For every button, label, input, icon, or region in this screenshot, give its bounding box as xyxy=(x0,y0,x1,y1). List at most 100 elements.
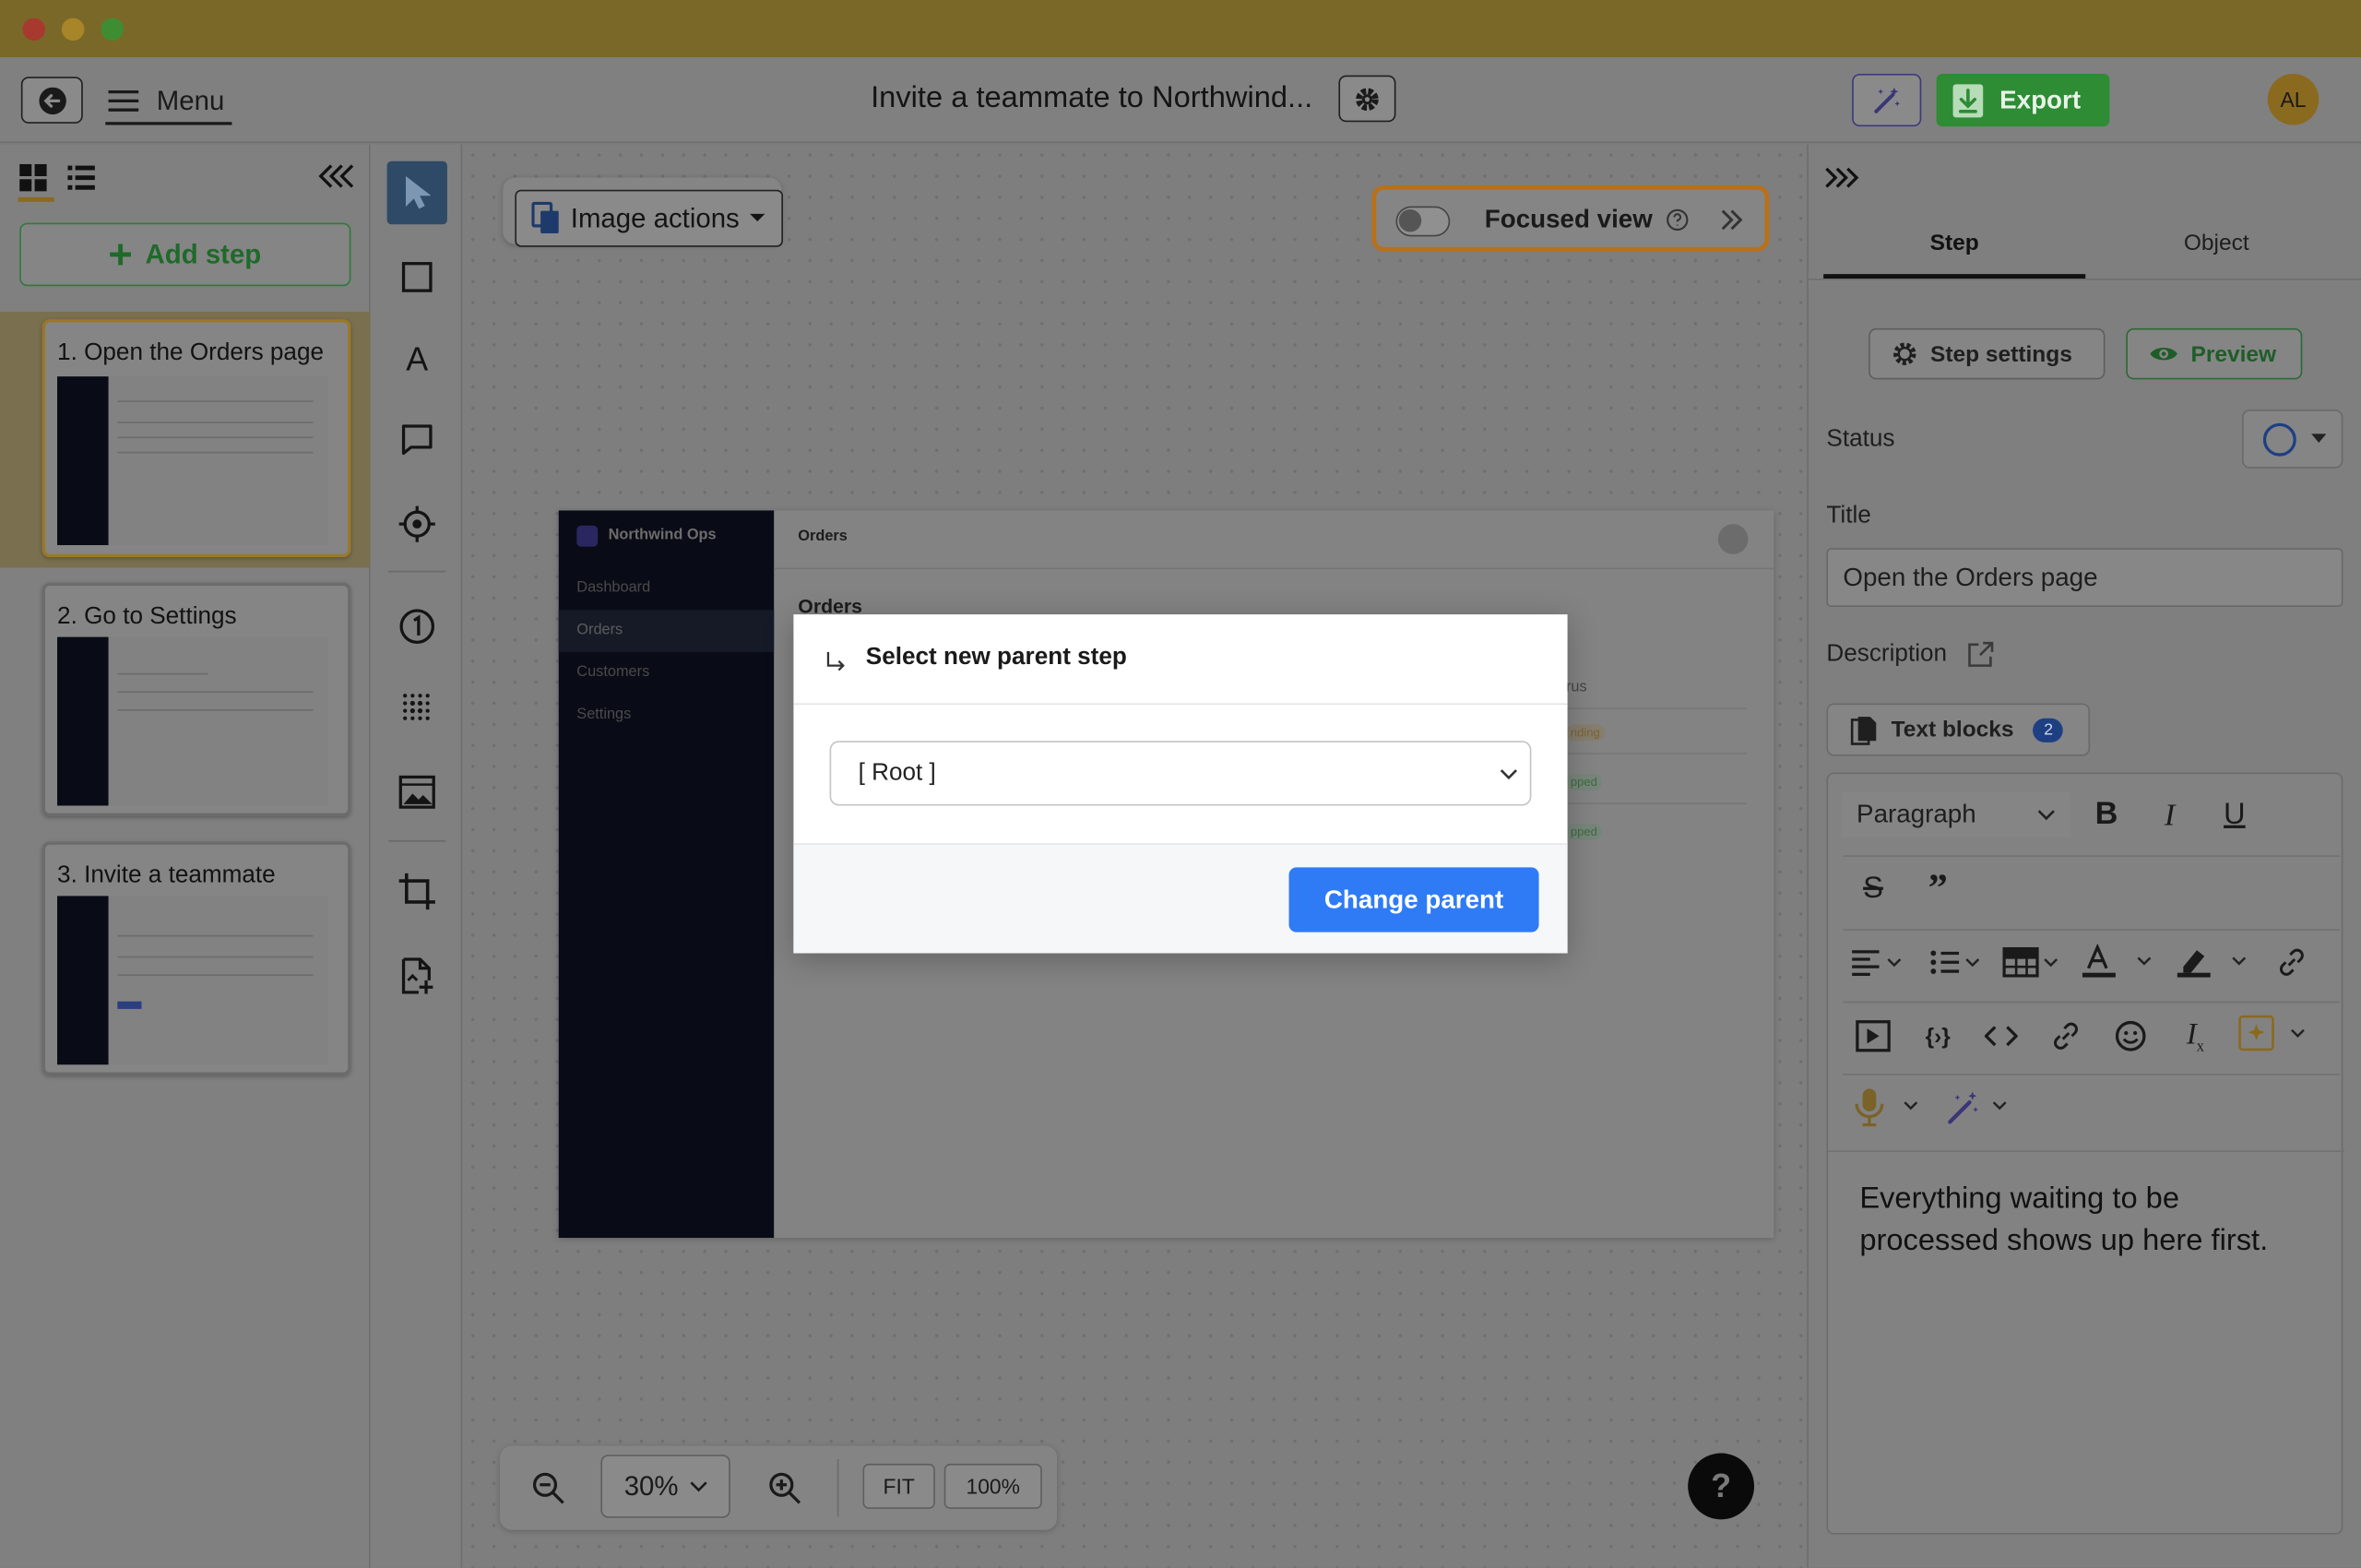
text-tool[interactable]: A xyxy=(390,333,445,387)
bold-button[interactable]: B xyxy=(2084,792,2130,837)
cursor-icon xyxy=(405,175,431,209)
link-button[interactable] xyxy=(2269,940,2314,985)
screenshot-nav-item: Dashboard xyxy=(576,579,651,597)
tab-step[interactable]: Step xyxy=(1823,217,2086,279)
italic-button[interactable]: I xyxy=(2147,792,2192,837)
parent-step-select-value: [ Root ] xyxy=(858,759,936,786)
grid-view-toggle[interactable] xyxy=(18,162,54,202)
ai-assist-button[interactable] xyxy=(1852,73,1922,127)
top-toolbar: Menu Invite a teammate to Northwind... E… xyxy=(0,57,2361,144)
text-color-dropdown[interactable] xyxy=(2081,940,2159,985)
code-icon xyxy=(1984,1026,2018,1047)
list-dropdown[interactable] xyxy=(1928,940,1992,985)
voice-input-dropdown[interactable] xyxy=(1851,1085,1929,1130)
zoom-level: 30% xyxy=(623,1470,679,1501)
replace-image-tool[interactable] xyxy=(390,949,445,1004)
rectangle-tool[interactable] xyxy=(390,250,445,304)
help-button[interactable]: ? xyxy=(1688,1453,1755,1520)
screenshot-sidebar: Northwind Ops Dashboard Orders Customers… xyxy=(558,510,775,1239)
callout-tool[interactable] xyxy=(390,412,445,467)
gear-icon xyxy=(1356,87,1379,111)
zoom-in-icon[interactable] xyxy=(766,1469,802,1505)
blur-tool[interactable] xyxy=(390,681,445,735)
external-link-icon[interactable] xyxy=(1965,640,1996,671)
step-label: 1. Open the Orders page xyxy=(57,339,325,366)
status-circle-icon xyxy=(2262,422,2296,456)
link-button-2[interactable] xyxy=(2044,1014,2089,1059)
blockquote-button[interactable]: ” xyxy=(1916,866,1961,911)
image-actions-label: Image actions xyxy=(570,202,740,233)
hamburger-icon xyxy=(108,89,139,112)
tab-object[interactable]: Object xyxy=(2085,217,2347,279)
step-number-tool[interactable] xyxy=(390,600,445,654)
italic-icon: I xyxy=(2164,795,2176,833)
screenshot-status-badge: pped xyxy=(1565,824,1602,841)
zoom-100-button[interactable]: 100% xyxy=(943,1463,1042,1509)
image-tool[interactable] xyxy=(390,765,445,819)
focused-view-control: Focused view xyxy=(1371,184,1770,252)
double-chevron-right-icon[interactable] xyxy=(1718,208,1745,232)
add-step-button[interactable]: Add step xyxy=(19,222,351,287)
hotspot-tool[interactable] xyxy=(390,497,445,552)
eye-icon xyxy=(2150,347,2177,361)
link-icon xyxy=(2054,1022,2078,1050)
menu-button[interactable]: Menu xyxy=(105,80,232,125)
focused-view-toggle[interactable] xyxy=(1395,206,1451,237)
bold-icon: B xyxy=(2094,796,2118,832)
strikethrough-button[interactable]: S xyxy=(1851,866,1896,911)
step-card-3[interactable]: 3. Invite a teammate xyxy=(42,841,351,1075)
description-text-area[interactable]: Everything waiting to be processed shows… xyxy=(1859,1178,2311,1262)
code-button[interactable] xyxy=(1978,1014,2023,1059)
list-view-toggle[interactable] xyxy=(66,162,97,193)
preview-button[interactable]: Preview xyxy=(2126,327,2303,380)
zoom-out-icon[interactable] xyxy=(530,1469,566,1505)
title-input[interactable]: Open the Orders page xyxy=(1826,548,2343,607)
zoom-fit-button[interactable]: FIT xyxy=(862,1463,935,1509)
variable-button[interactable]: {›} xyxy=(1916,1014,1961,1059)
expand-panel-icon[interactable] xyxy=(1823,166,1859,190)
export-button[interactable]: Export xyxy=(1936,73,2110,127)
magic-rewrite-dropdown[interactable] xyxy=(1945,1085,2023,1130)
caret-down-icon xyxy=(2311,434,2327,443)
step-settings-button[interactable]: Step settings xyxy=(1869,327,2106,380)
maximize-window-button[interactable] xyxy=(101,18,124,42)
embed-video-button[interactable] xyxy=(1851,1014,1896,1059)
help-circle-icon[interactable] xyxy=(1666,208,1690,232)
emoji-button[interactable] xyxy=(2108,1014,2153,1059)
parent-step-select[interactable]: [ Root ] xyxy=(829,741,1532,806)
avatar[interactable]: AL xyxy=(2267,73,2319,125)
window-titlebar xyxy=(0,0,2361,58)
screenshot-nav-item: Customers xyxy=(576,663,650,681)
screenshot-column-fragment: rus xyxy=(1565,679,1587,696)
status-dropdown[interactable] xyxy=(2242,410,2343,469)
step-card-2[interactable]: 2. Go to Settings xyxy=(42,582,351,816)
align-dropdown[interactable] xyxy=(1851,940,1915,985)
subdirectory-arrow-icon xyxy=(826,651,845,671)
highlight-color-dropdown[interactable] xyxy=(2176,940,2254,985)
table-dropdown[interactable] xyxy=(2002,940,2066,985)
underline-button[interactable]: U xyxy=(2212,792,2257,837)
paragraph-style-select[interactable]: Paragraph xyxy=(1841,791,2070,837)
back-button[interactable] xyxy=(20,77,83,124)
steps-panel: Add step 1. Open the Orders page 2. Go t… xyxy=(0,144,371,1568)
crop-tool[interactable] xyxy=(390,864,445,919)
zoom-level-select[interactable]: 30% xyxy=(600,1455,730,1518)
screenshot-header: Orders xyxy=(798,529,848,546)
guide-settings-button[interactable] xyxy=(1338,75,1396,123)
status-label: Status xyxy=(1826,426,1895,452)
step-card-1[interactable]: 1. Open the Orders page xyxy=(42,319,351,558)
close-window-button[interactable] xyxy=(22,18,45,42)
minimize-window-button[interactable] xyxy=(61,18,85,42)
ai-write-dropdown[interactable] xyxy=(2237,1011,2313,1056)
select-tool[interactable] xyxy=(386,160,447,225)
image-copy-icon xyxy=(531,201,559,234)
image-actions-dropdown[interactable]: Image actions xyxy=(515,189,783,247)
number-badge-icon xyxy=(399,609,435,644)
change-parent-button[interactable]: Change parent xyxy=(1288,867,1539,932)
clear-format-button[interactable]: Ix xyxy=(2173,1014,2218,1059)
text-blocks-button[interactable]: Text blocks 2 xyxy=(1826,703,2091,756)
step-thumbnail xyxy=(57,376,328,546)
collapse-panel-button[interactable] xyxy=(316,162,359,193)
title-label: Title xyxy=(1826,503,1871,529)
table-icon xyxy=(2002,946,2058,978)
